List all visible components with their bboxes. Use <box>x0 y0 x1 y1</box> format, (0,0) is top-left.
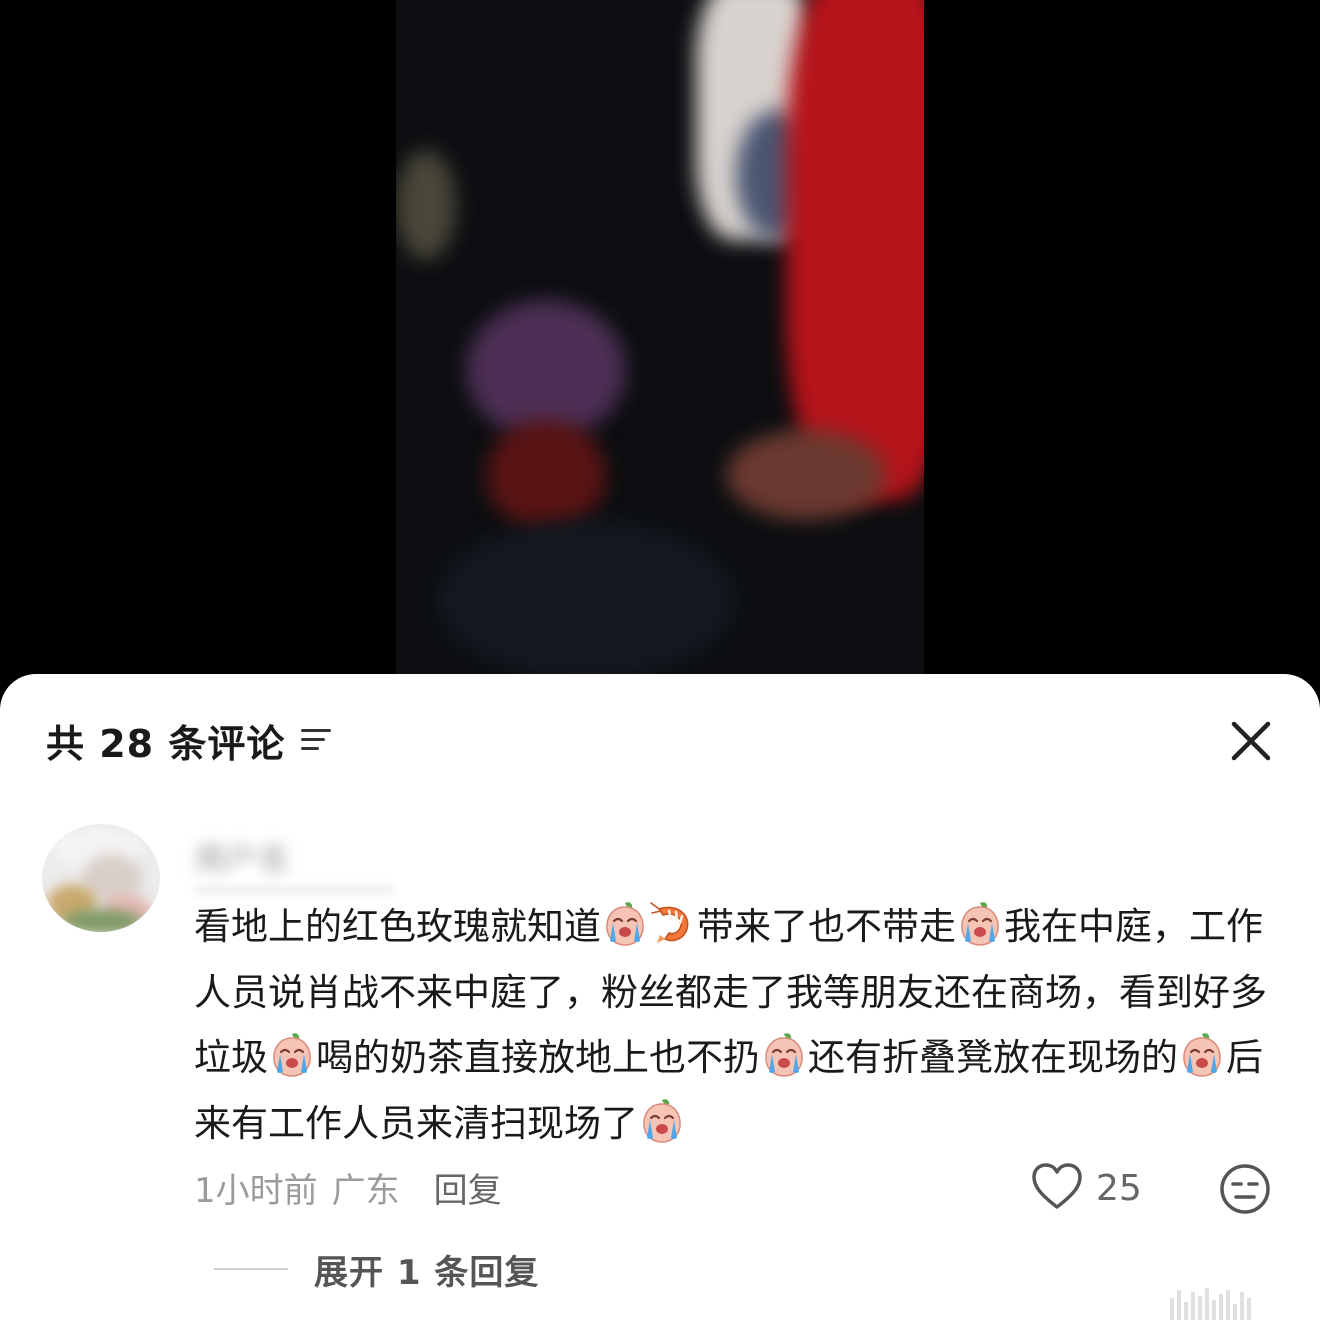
watermark-icon <box>1170 1284 1310 1320</box>
comment-text-segment: 看地上的红色玫瑰就知道 <box>194 905 601 948</box>
comment-text: 看地上的红色玫瑰就知道 带来了也不带走 我在中庭，工作人员说肖战不来中庭了，粉丝都走… <box>194 894 1274 1156</box>
comments-header: 共 28 条评论 <box>46 714 333 766</box>
like-button[interactable]: 25 <box>1030 1160 1142 1216</box>
crying-peach-icon <box>601 899 649 947</box>
comment-text-segment: 还有折叠凳放在现场的 <box>808 1036 1178 1079</box>
username-blur-bar <box>194 886 394 894</box>
comment-text-segment: 带来了也不带走 <box>697 905 956 948</box>
comments-count-title: 共 28 条评论 <box>46 721 286 766</box>
like-count: 25 <box>1096 1167 1142 1209</box>
comment-time: 1小时前 <box>194 1170 318 1211</box>
crying-peach-icon <box>956 899 1004 947</box>
comment-meta: 1小时前 广东 回复 <box>194 1162 502 1212</box>
crying-peach-icon <box>638 1096 686 1144</box>
expand-divider <box>214 1268 288 1270</box>
shrimp-icon <box>649 899 697 947</box>
video-player[interactable] <box>0 0 1320 700</box>
comment-text-segment: 喝的奶茶直接放地上也不扔 <box>316 1036 760 1079</box>
heart-outline-icon <box>1030 1161 1084 1215</box>
avatar[interactable] <box>42 824 160 932</box>
username[interactable]: 用户名 <box>194 834 324 878</box>
reply-button[interactable]: 回复 <box>434 1163 502 1212</box>
expand-replies-button[interactable]: 展开 1 条回复 <box>214 1244 539 1294</box>
crying-peach-icon <box>1178 1030 1226 1078</box>
expand-replies-label: 展开 1 条回复 <box>314 1252 540 1293</box>
meh-face-icon[interactable] <box>1218 1162 1272 1216</box>
comment-location: 广东 <box>331 1170 400 1211</box>
crying-peach-icon <box>760 1030 808 1078</box>
sort-lines-icon[interactable] <box>301 727 333 753</box>
crying-peach-icon <box>268 1030 316 1078</box>
video-frame <box>396 0 924 700</box>
close-icon[interactable] <box>1226 716 1276 766</box>
